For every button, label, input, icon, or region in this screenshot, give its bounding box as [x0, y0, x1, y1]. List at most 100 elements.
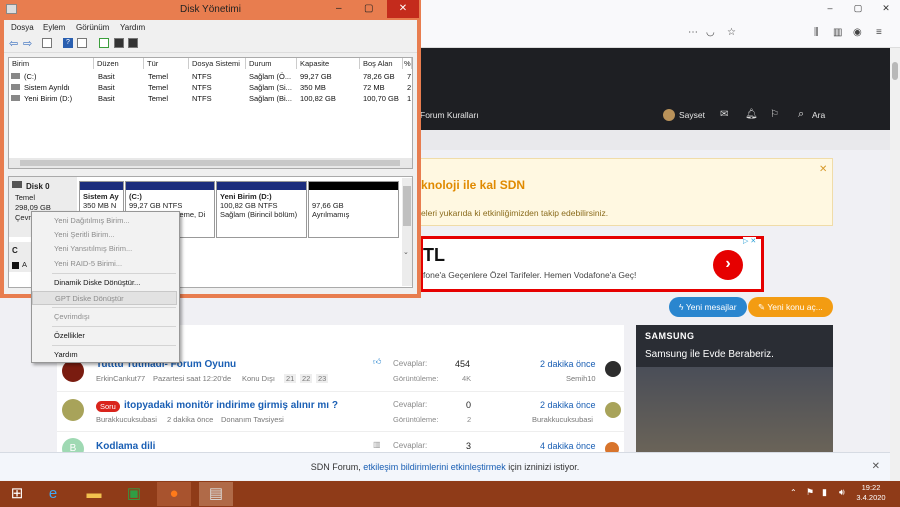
last-post-avatar[interactable]	[605, 361, 621, 377]
refresh-icon[interactable]	[99, 38, 109, 48]
thread-forum[interactable]: Donanım Tavsiyesi	[221, 415, 284, 424]
pocket-icon[interactable]: ◡	[706, 27, 715, 38]
column-header-filesystem[interactable]: Dosya Sistemi	[189, 58, 246, 69]
samsung-ad[interactable]: SAMSUNG Samsung ile Evde Beraberiz.	[636, 325, 833, 455]
ad-choices-icon[interactable]: ▷ ✕	[743, 237, 757, 245]
column-header-volume[interactable]: Birim	[9, 58, 94, 69]
disk-management-taskbar-icon[interactable]: ▤	[199, 482, 233, 506]
column-header-layout[interactable]: Düzen	[94, 58, 144, 69]
thread-forum[interactable]: Konu Dışı	[242, 374, 275, 383]
maximize-button[interactable]: ▢	[844, 0, 872, 16]
page-link[interactable]: 23	[316, 374, 329, 383]
library-icon[interactable]: ⫼	[814, 27, 819, 38]
thread-row[interactable]: B Kodlama dili ▥ Cevaplar: 3 4 dakika ön…	[57, 432, 624, 460]
file-explorer-icon[interactable]: ▬	[77, 482, 111, 506]
ad-arrow-icon[interactable]: ›	[713, 250, 743, 280]
bell-icon[interactable]: 🔔︎	[745, 109, 758, 120]
search-link[interactable]: Ara	[812, 110, 825, 120]
menu-new-raid5-volume[interactable]: Yeni RAID-5 Birimi...	[32, 257, 179, 271]
disk-settings-icon[interactable]	[128, 38, 138, 48]
last-post-time[interactable]: 4 dakika önce	[540, 441, 596, 451]
sidebar-icon[interactable]: ▥	[833, 27, 842, 38]
partition-unallocated[interactable]: 97,66 GB Ayrılmamış	[308, 181, 399, 238]
console-tree-icon[interactable]	[42, 38, 52, 48]
volume-list-scroll-thumb[interactable]	[20, 160, 400, 166]
menu-help[interactable]: Yardım	[32, 348, 179, 362]
page-scroll-thumb[interactable]	[892, 62, 898, 80]
thread-title[interactable]: Kodlama dili	[96, 441, 155, 452]
volume-row[interactable]: (C:) Basit Temel NTFS Sağlam (Ö... 99,27…	[9, 71, 412, 82]
menu-convert-dynamic[interactable]: Dinamik Diske Dönüştür...	[32, 276, 179, 290]
network-icon[interactable]: ▮	[822, 487, 827, 498]
window-titlebar[interactable]: Disk Yönetimi – ▢ ✕	[0, 0, 421, 20]
menu-new-spanned-volume[interactable]: Yeni Dağıtılmış Birim...	[32, 214, 179, 228]
last-post-user[interactable]: Semih10	[566, 374, 596, 383]
page-link[interactable]: 22	[300, 374, 313, 383]
permission-link[interactable]: etkileşim bildirimlerini etkinleştirmek	[363, 462, 506, 472]
menu-help[interactable]: Yardım	[120, 23, 145, 32]
new-topic-button[interactable]: ✎ Yeni konu aç...	[748, 297, 833, 317]
internet-explorer-icon[interactable]: e	[36, 482, 70, 506]
menu-properties[interactable]: Özellikler	[32, 329, 179, 343]
menu-offline[interactable]: Çevrimdışı	[32, 310, 179, 324]
bookmark-star-icon[interactable]: ☆	[727, 27, 736, 38]
menu-file[interactable]: Dosya	[11, 23, 34, 32]
user-avatar[interactable]	[663, 109, 675, 121]
permission-close-icon[interactable]: ✕	[872, 453, 880, 481]
thread-row[interactable]: Soru itopyadaki monitör indirime girmiş …	[57, 392, 624, 432]
taskbar-clock[interactable]: 19:22 3.4.2020	[846, 483, 896, 503]
bookmark-icon[interactable]: ⚐	[770, 109, 779, 120]
nav-link-forum-rules[interactable]: Forum Kuralları	[420, 110, 479, 120]
menu-convert-gpt[interactable]: GPT Diske Dönüştür	[32, 291, 177, 305]
window-maximize-button[interactable]: ▢	[364, 3, 373, 14]
disk-icon[interactable]	[114, 38, 124, 48]
page-link[interactable]: 21	[284, 374, 297, 383]
column-header-type[interactable]: Tür	[144, 58, 189, 69]
menu-icon[interactable]: ≡	[876, 27, 882, 38]
notice-close-icon[interactable]: ✕	[819, 164, 827, 175]
menu-new-mirrored-volume[interactable]: Yeni Yansıtılmış Birim...	[32, 242, 179, 256]
volume-icon[interactable]: 🔊︎	[839, 487, 845, 498]
column-header-capacity[interactable]: Kapasite	[297, 58, 360, 69]
firefox-icon[interactable]: ●	[157, 482, 191, 506]
new-messages-button[interactable]: ϟ Yeni mesajlar	[669, 297, 747, 317]
action-center-flag-icon[interactable]: ⚑	[806, 487, 814, 498]
minimize-button[interactable]: –	[816, 0, 844, 16]
menu-view[interactable]: Görünüm	[76, 23, 109, 32]
help-icon[interactable]: ?	[63, 38, 73, 48]
thread-author[interactable]: Burakkucuksubasi	[96, 415, 157, 424]
graphical-view-scroll-thumb[interactable]	[403, 186, 411, 226]
last-post-time[interactable]: 2 dakika önce	[540, 359, 596, 369]
window-close-button[interactable]: ✕	[387, 0, 419, 18]
last-post-user[interactable]: Burakkucuksubasi	[532, 415, 593, 424]
start-windows-icon[interactable]: ⊞	[0, 482, 34, 506]
page-actions-icon[interactable]: ⋯	[688, 27, 698, 38]
last-post-avatar[interactable]	[605, 402, 621, 418]
thread-title[interactable]: itopyadaki monitör indirime girmiş alını…	[124, 400, 338, 411]
column-header-free-space[interactable]: Boş Alan	[360, 58, 403, 69]
thread-author[interactable]: ErkinCankut77	[96, 374, 145, 383]
properties-icon[interactable]	[77, 38, 87, 48]
menu-action[interactable]: Eylem	[43, 23, 65, 32]
thread-avatar[interactable]	[62, 399, 84, 421]
user-name[interactable]: Sayset	[679, 110, 705, 120]
volume-row[interactable]: Sistem Ayrıldı Basit Temel NTFS Sağlam (…	[9, 82, 412, 93]
partition-d[interactable]: Yeni Birim (D:) 100,82 GB NTFS Sağlam (Bir…	[216, 181, 307, 238]
last-post-time[interactable]: 2 dakika önce	[540, 400, 596, 410]
show-hidden-icons[interactable]: ⌃	[790, 488, 797, 497]
page-scrollbar[interactable]	[890, 48, 900, 481]
forward-arrow-icon[interactable]: ⇨	[23, 37, 32, 50]
close-button[interactable]: ✕	[872, 0, 900, 16]
menu-new-striped-volume[interactable]: Yeni Şeritli Birim...	[32, 228, 179, 242]
volume-row[interactable]: Yeni Birim (D:) Basit Temel NTFS Sağlam …	[9, 93, 412, 104]
column-header-status[interactable]: Durum	[246, 58, 297, 69]
scroll-down-icon[interactable]: ⌄	[403, 248, 409, 256]
back-arrow-icon[interactable]: ⇦	[9, 37, 18, 50]
graphical-view-scrollbar[interactable]: ⌄	[402, 178, 412, 286]
search-icon[interactable]: ⌕	[798, 108, 804, 121]
column-header-percent-free[interactable]: %	[403, 58, 412, 69]
store-icon[interactable]: ▣	[117, 482, 151, 506]
window-minimize-button[interactable]: –	[336, 3, 342, 14]
messages-icon[interactable]: ✉	[720, 109, 728, 120]
account-icon[interactable]: ◉	[853, 27, 862, 38]
